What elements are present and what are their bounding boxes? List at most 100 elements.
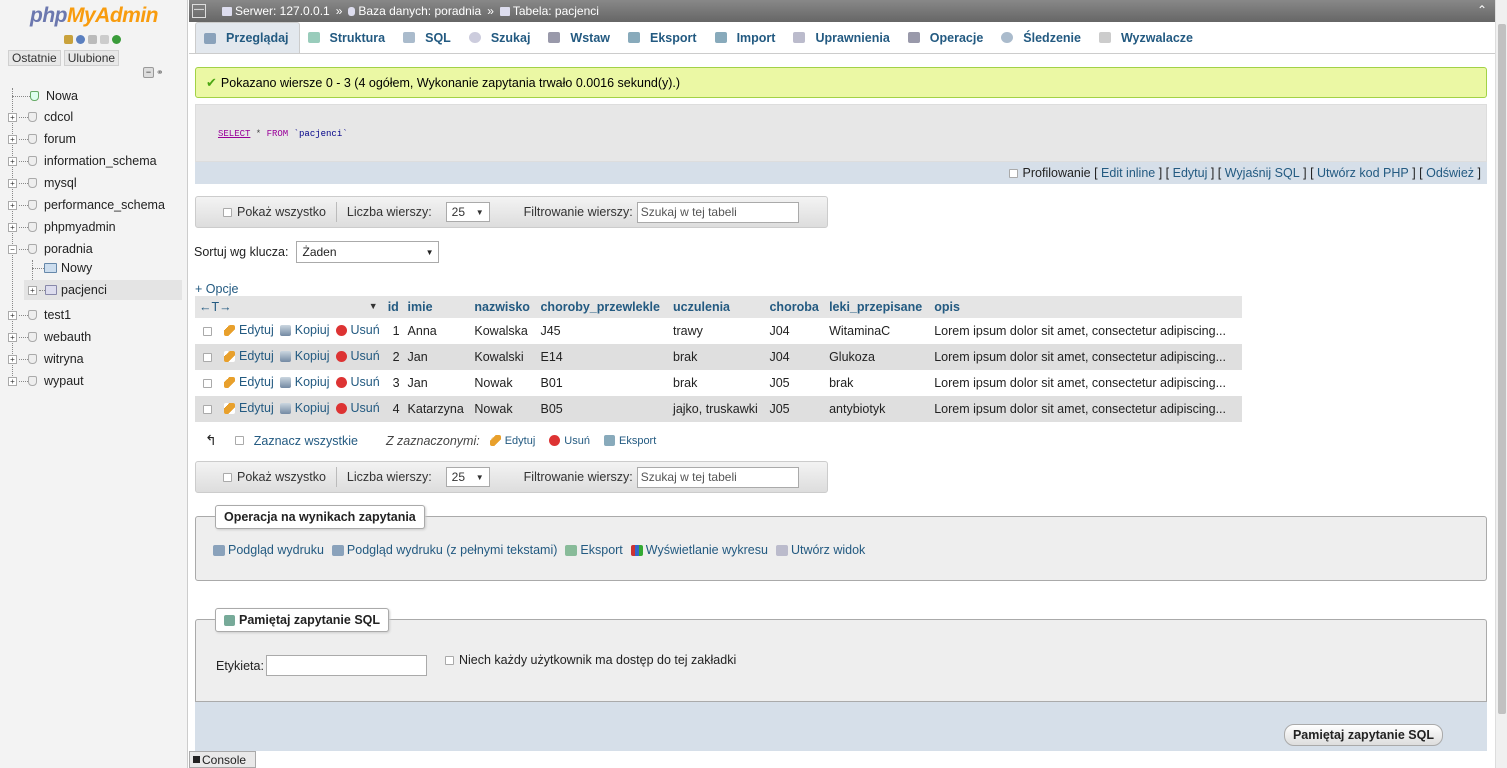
tab-privileges[interactable]: Uprawnienia bbox=[785, 22, 899, 53]
cell-choroby-przewlekle[interactable]: B05 bbox=[536, 396, 670, 422]
column-header-choroby-przewlekle[interactable]: choroby_przewlekle bbox=[536, 296, 670, 318]
tab-import[interactable]: Import bbox=[707, 22, 786, 53]
scrollbar-thumb[interactable] bbox=[1498, 24, 1506, 714]
cell-imie[interactable]: Jan bbox=[403, 370, 471, 396]
cell-choroby-przewlekle[interactable]: E14 bbox=[536, 344, 670, 370]
recent-tables-button[interactable]: Ostatnie bbox=[8, 50, 61, 66]
cell-imie[interactable]: Katarzyna bbox=[403, 396, 471, 422]
docs-icon[interactable] bbox=[88, 35, 97, 44]
expand-icon[interactable]: + bbox=[8, 156, 17, 166]
tree-item-webauth[interactable]: + webauth bbox=[8, 327, 91, 347]
toggle-nav-icon[interactable]: — bbox=[192, 4, 206, 18]
row-copy-button[interactable]: Kopiuj bbox=[279, 323, 330, 337]
cell-choroby-przewlekle[interactable]: B01 bbox=[536, 370, 670, 396]
cell-choroba[interactable]: J05 bbox=[765, 370, 826, 396]
tree-item-performance-schema[interactable]: + performance_schema bbox=[8, 195, 165, 215]
cell-opis[interactable]: Lorem ipsum dolor sit amet, consectetur … bbox=[930, 344, 1242, 370]
options-link[interactable]: + Opcje bbox=[195, 282, 238, 296]
expand-icon[interactable]: + bbox=[8, 222, 17, 232]
cell-id[interactable]: 2 bbox=[383, 344, 404, 370]
sql-keyword-select[interactable]: SELECT bbox=[218, 129, 250, 139]
print-view-link[interactable]: Podgląd wydruku bbox=[228, 543, 324, 557]
bulk-export-button[interactable]: Eksport bbox=[603, 435, 656, 447]
refresh-link[interactable]: Odśwież bbox=[1426, 166, 1474, 180]
column-header-choroba[interactable]: choroba bbox=[765, 296, 826, 318]
breadcrumb-server[interactable]: Serwer: 127.0.0.1 bbox=[235, 4, 330, 18]
row-delete-button[interactable]: Usuń bbox=[335, 349, 380, 363]
cell-leki-przepisane[interactable]: brak bbox=[825, 370, 931, 396]
tree-item-wypaut[interactable]: + wypaut bbox=[8, 371, 84, 391]
check-all-checkbox[interactable] bbox=[234, 436, 244, 445]
scroll-top-icon[interactable]: ⌃ bbox=[1477, 3, 1487, 17]
cell-uczulenia[interactable]: trawy bbox=[669, 318, 766, 344]
column-header-id[interactable]: id bbox=[383, 296, 404, 318]
create-php-code-link[interactable]: Utwórz kod PHP bbox=[1317, 166, 1409, 180]
column-arrows-icon[interactable]: ←T→ bbox=[199, 300, 232, 314]
show-all-label[interactable]: Pokaż wszystko bbox=[237, 470, 326, 484]
show-all-checkbox[interactable] bbox=[223, 207, 232, 217]
cell-opis[interactable]: Lorem ipsum dolor sit amet, consectetur … bbox=[930, 396, 1242, 422]
tree-item-information-schema[interactable]: + information_schema bbox=[8, 151, 157, 171]
tree-item-cdcol[interactable]: + cdcol bbox=[8, 107, 73, 127]
rows-count-select[interactable]: 25 ▼ bbox=[445, 467, 490, 487]
profiling-checkbox[interactable] bbox=[1008, 168, 1018, 178]
expand-icon[interactable]: + bbox=[8, 376, 17, 386]
expand-icon[interactable]: + bbox=[8, 332, 17, 342]
edit-query-link[interactable]: Edytuj bbox=[1173, 166, 1208, 180]
filter-rows-input[interactable]: Szukaj w tej tabeli bbox=[636, 201, 799, 223]
expand-icon[interactable]: + bbox=[8, 178, 17, 188]
display-chart-link[interactable]: Wyświetlanie wykresu bbox=[646, 543, 768, 557]
vertical-scrollbar[interactable] bbox=[1495, 0, 1507, 768]
row-edit-button[interactable]: Edytuj bbox=[224, 401, 274, 415]
tree-item-poradnia[interactable]: − poradnia bbox=[8, 239, 93, 259]
bulk-edit-button[interactable]: Edytuj bbox=[489, 435, 535, 447]
expand-icon[interactable]: + bbox=[8, 200, 17, 210]
cell-leki-przepisane[interactable]: Glukoza bbox=[825, 344, 931, 370]
tab-structure[interactable]: Struktura bbox=[300, 22, 396, 53]
row-checkbox[interactable] bbox=[203, 404, 212, 414]
export-link[interactable]: Eksport bbox=[580, 543, 622, 557]
cell-opis[interactable]: Lorem ipsum dolor sit amet, consectetur … bbox=[930, 318, 1242, 344]
tree-item-pacjenci[interactable]: + pacjenci bbox=[24, 280, 182, 300]
column-header-leki-przepisane[interactable]: leki_przepisane bbox=[825, 296, 931, 318]
filter-rows-input[interactable]: Szukaj w tej tabeli bbox=[636, 466, 799, 488]
tab-browse[interactable]: Przeglądaj bbox=[195, 22, 300, 53]
cell-choroba[interactable]: J05 bbox=[765, 396, 826, 422]
row-copy-button[interactable]: Kopiuj bbox=[279, 401, 330, 415]
collapse-icon[interactable]: − bbox=[8, 244, 17, 254]
tab-insert[interactable]: Wstaw bbox=[540, 22, 620, 53]
cell-choroba[interactable]: J04 bbox=[765, 344, 826, 370]
row-edit-button[interactable]: Edytuj bbox=[224, 375, 274, 389]
row-edit-button[interactable]: Edytuj bbox=[224, 323, 274, 337]
bulk-delete-button[interactable]: Usuń bbox=[549, 435, 590, 447]
tab-triggers[interactable]: Wyzwalacze bbox=[1091, 22, 1203, 53]
tree-item-phpmyadmin[interactable]: + phpmyadmin bbox=[8, 217, 116, 237]
expand-icon[interactable]: + bbox=[8, 112, 17, 122]
column-header-opis[interactable]: opis bbox=[930, 296, 1242, 318]
row-copy-button[interactable]: Kopiuj bbox=[279, 375, 330, 389]
cell-opis[interactable]: Lorem ipsum dolor sit amet, consectetur … bbox=[930, 370, 1242, 396]
tree-item-mysql[interactable]: + mysql bbox=[8, 173, 77, 193]
tree-item-forum[interactable]: + forum bbox=[8, 129, 76, 149]
tree-item-witryna[interactable]: + witryna bbox=[8, 349, 84, 369]
expand-icon[interactable]: + bbox=[8, 134, 17, 144]
cell-nazwisko[interactable]: Nowak bbox=[470, 370, 537, 396]
cell-id[interactable]: 3 bbox=[383, 370, 404, 396]
cell-nazwisko[interactable]: Nowak bbox=[470, 396, 537, 422]
show-all-checkbox[interactable] bbox=[223, 472, 232, 482]
row-copy-button[interactable]: Kopiuj bbox=[279, 349, 330, 363]
breadcrumb-table[interactable]: Tabela: pacjenci bbox=[513, 4, 599, 18]
tab-sql[interactable]: SQL bbox=[395, 22, 461, 53]
explain-sql-link[interactable]: Wyjaśnij SQL bbox=[1225, 166, 1300, 180]
cell-id[interactable]: 4 bbox=[383, 396, 404, 422]
column-header-imie[interactable]: imie bbox=[403, 296, 471, 318]
cell-leki-przepisane[interactable]: WitaminaC bbox=[825, 318, 931, 344]
cell-nazwisko[interactable]: Kowalski bbox=[470, 344, 537, 370]
reload-icon[interactable] bbox=[112, 35, 121, 44]
row-checkbox[interactable] bbox=[203, 378, 212, 388]
cell-uczulenia[interactable]: brak bbox=[669, 370, 766, 396]
cell-nazwisko[interactable]: Kowalska bbox=[470, 318, 537, 344]
expand-icon[interactable]: + bbox=[8, 310, 17, 320]
row-delete-button[interactable]: Usuń bbox=[335, 323, 380, 337]
cell-uczulenia[interactable]: brak bbox=[669, 344, 766, 370]
